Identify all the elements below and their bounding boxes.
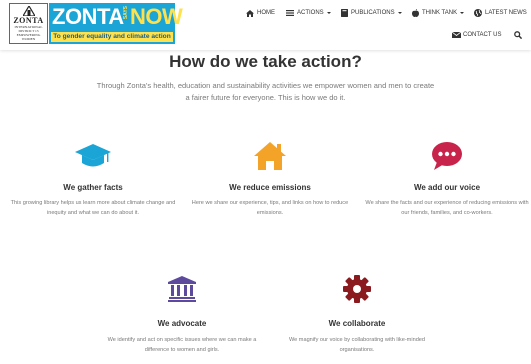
zonta-says-now-logo: ZONTA SAYS NOW To gender equality and cl… bbox=[49, 3, 183, 44]
search-icon bbox=[514, 31, 522, 39]
card-title: We reduce emissions bbox=[229, 183, 311, 192]
book-icon bbox=[341, 9, 348, 17]
card-reduce-emissions[interactable]: We reduce emissions Here we share our ex… bbox=[187, 141, 353, 218]
nav-contact-us-label: CONTACT US bbox=[463, 32, 502, 38]
intro-text: Through Zonta's health, education and su… bbox=[96, 81, 435, 102]
card-title: We collaborate bbox=[328, 319, 386, 328]
chevron-down-icon bbox=[460, 12, 465, 14]
card-collaborate[interactable]: We collaborate We magnify our voice by c… bbox=[274, 274, 440, 355]
zonta-emblem-icon bbox=[22, 6, 35, 16]
envelope-icon bbox=[452, 32, 461, 38]
card-title: We advocate bbox=[157, 319, 207, 328]
card-description: We identify and act on specific issues w… bbox=[107, 337, 257, 353]
logo-brand-says: SAYS bbox=[123, 6, 129, 20]
apple-icon bbox=[412, 9, 419, 17]
nav-actions-label: ACTIONS bbox=[297, 10, 324, 16]
chevron-down-icon bbox=[397, 12, 402, 14]
site-header: ZONTA INTERNATIONAL DISTRICT 13 EMPOWERI… bbox=[0, 0, 531, 50]
page-title: How do we take action? bbox=[169, 52, 362, 71]
card-title: We gather facts bbox=[63, 183, 123, 192]
logo-tagline: To gender equality and climate action bbox=[51, 32, 173, 42]
nav-latest-news-label: LATEST NEWS bbox=[485, 10, 527, 16]
home-icon bbox=[246, 9, 254, 17]
home-icon bbox=[254, 142, 286, 170]
site-logo[interactable]: ZONTA INTERNATIONAL DISTRICT 13 EMPOWERI… bbox=[9, 3, 183, 44]
card-title: We add our voice bbox=[413, 183, 481, 192]
card-add-voice[interactable]: We add our voice We share the facts and … bbox=[364, 141, 530, 218]
nav-think-tank[interactable]: THINK TANK bbox=[412, 7, 465, 19]
menu-bars-icon bbox=[286, 10, 294, 16]
zonta-district-logo: ZONTA INTERNATIONAL DISTRICT 13 EMPOWERI… bbox=[9, 3, 48, 44]
logo-brand-zonta: ZONTA bbox=[52, 4, 124, 29]
nav-latest-news[interactable]: LATEST NEWS bbox=[474, 7, 527, 19]
card-description: This growing library helps us learn more… bbox=[10, 200, 176, 216]
card-gather-facts[interactable]: We gather facts This growing library hel… bbox=[10, 141, 176, 218]
card-description: We share the facts and our experience of… bbox=[365, 200, 529, 216]
nav-publications[interactable]: PUBLICATIONS bbox=[341, 7, 402, 19]
institution-icon bbox=[168, 276, 196, 302]
nav-think-tank-label: THINK TANK bbox=[422, 10, 458, 16]
cog-icon bbox=[343, 275, 371, 303]
logo-zonta-word: ZONTA bbox=[13, 16, 44, 25]
card-description: We magnify our voice by collaborating wi… bbox=[288, 337, 426, 353]
nav-home-label: HOME bbox=[257, 10, 275, 16]
logo-brand-now: NOW bbox=[130, 4, 183, 29]
comments-icon bbox=[432, 142, 462, 170]
chevron-down-icon bbox=[326, 12, 331, 14]
logo-line-3: EMPOWERING WOMEN bbox=[16, 33, 41, 41]
graduation-cap-icon bbox=[75, 144, 111, 167]
nav-home[interactable]: HOME bbox=[246, 7, 275, 19]
nav-contact-us[interactable]: CONTACT US bbox=[452, 29, 501, 41]
globe-icon bbox=[474, 9, 482, 17]
search-button[interactable] bbox=[514, 29, 522, 41]
card-description: Here we share our experience, tips, and … bbox=[191, 200, 349, 216]
nav-actions[interactable]: ACTIONS bbox=[286, 7, 331, 19]
card-advocate[interactable]: We advocate We identify and act on speci… bbox=[99, 274, 265, 355]
nav-publications-label: PUBLICATIONS bbox=[351, 10, 395, 16]
